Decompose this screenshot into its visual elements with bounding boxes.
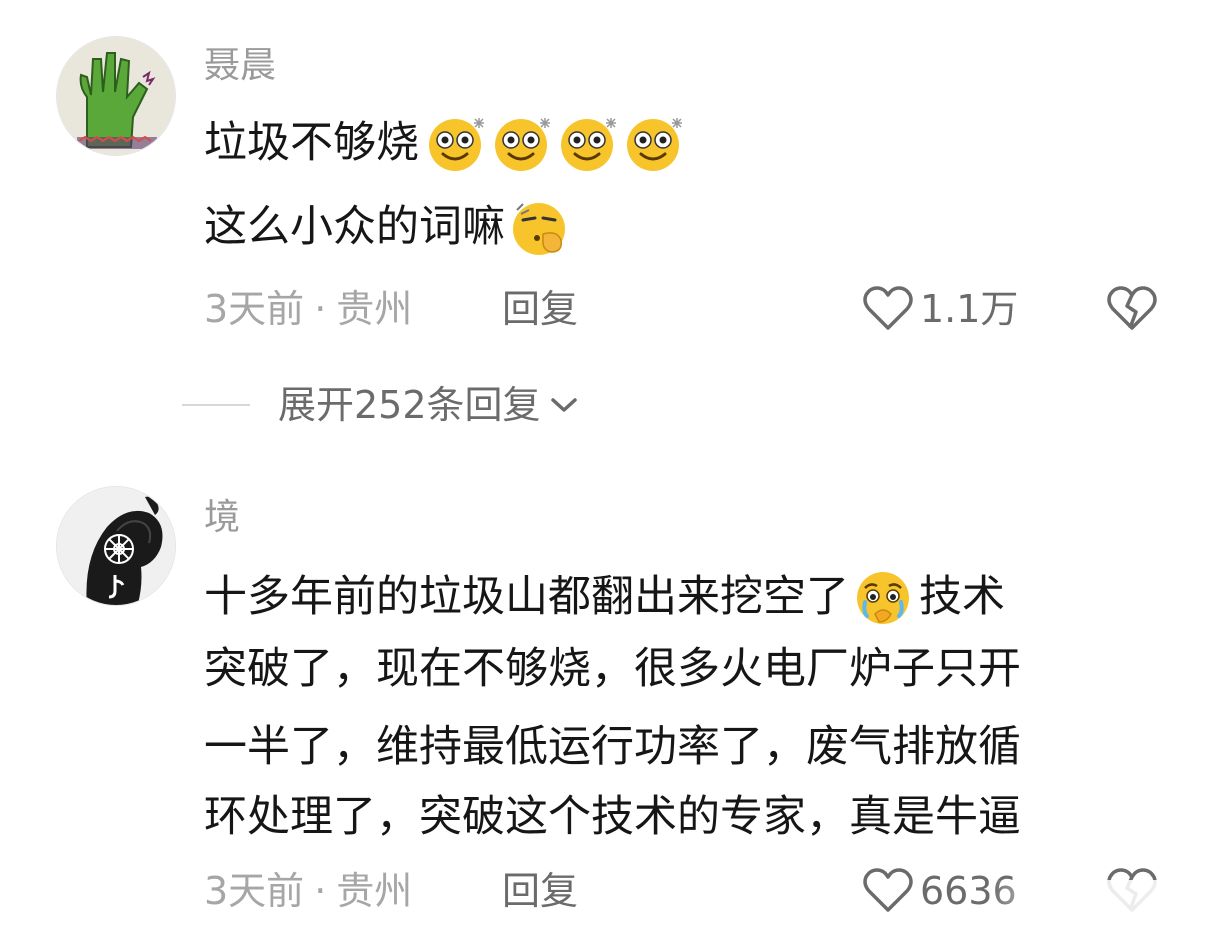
dizzy-smile-emoji-icon — [627, 118, 682, 171]
divider — [182, 404, 250, 406]
comment-text-line: 环处理了，突破这个技术的专家，真是牛逼 — [204, 792, 1021, 842]
comment-time: 3天前 — [204, 869, 305, 913]
meta-separator: · — [314, 869, 327, 913]
comment-text: 技术 — [919, 571, 1005, 622]
expand-replies-label: 展开252条回复 — [278, 383, 541, 427]
crying-face-emoji-icon — [857, 572, 909, 624]
comment-item: 聂晨 垃圾不够烧 这么小众的词嘛 3天前 · 贵州 回复 1.1万 — [0, 0, 1224, 360]
comment-text: 十多年前的垃圾山都翻出来挖空了 — [204, 571, 849, 622]
comment-time: 3天前 — [204, 287, 305, 331]
expand-replies-button[interactable]: 展开252条回复 — [278, 386, 579, 424]
avatar[interactable] — [56, 36, 176, 156]
emoji-group — [423, 112, 687, 174]
dislike-button[interactable] — [1106, 286, 1158, 336]
like-button[interactable]: 1.1万 — [862, 286, 1018, 332]
username[interactable]: 境 — [204, 500, 240, 536]
dizzy-smile-emoji-icon — [561, 118, 616, 171]
comment-text: 垃圾不够烧 — [204, 117, 419, 168]
comment-text-line: 垃圾不够烧 — [204, 112, 687, 174]
comment-item: 境 十多年前的垃圾山都翻出来挖空了 技术 突破了，现在不够烧，很多火电厂炉子只开… — [0, 470, 1224, 948]
dizzy-smile-emoji-icon — [495, 118, 550, 171]
heart-outline-icon — [863, 868, 913, 912]
dizzy-smile-emoji-icon — [429, 118, 484, 171]
reply-button[interactable]: 回复 — [502, 872, 578, 910]
comment-location: 贵州 — [336, 287, 413, 331]
comment-text-line: 这么小众的词嘛 — [204, 196, 573, 258]
comment-text-line: 突破了，现在不够烧，很多火电厂炉子只开 — [204, 644, 1021, 694]
meta-separator: · — [314, 287, 327, 331]
chevron-down-icon — [550, 398, 577, 412]
reply-button[interactable]: 回复 — [502, 290, 578, 328]
comment-meta: 3天前 · 贵州 — [204, 872, 412, 910]
comment-location: 贵州 — [336, 869, 413, 913]
broken-heart-icon — [1107, 286, 1157, 330]
shush-emoji-icon — [513, 203, 565, 255]
comment-meta: 3天前 · 贵州 — [204, 290, 412, 328]
comment-text-line: 十多年前的垃圾山都翻出来挖空了 技术 — [204, 566, 1005, 628]
username[interactable]: 聂晨 — [204, 48, 276, 84]
like-count: 1.1万 — [920, 287, 1019, 331]
green-hand-drawing-avatar-icon — [57, 37, 175, 155]
black-white-face-avatar-icon — [57, 487, 175, 605]
avatar[interactable] — [56, 486, 176, 606]
comment-text-line: 一半了，维持最低运行功率了，废气排放循 — [204, 722, 1021, 772]
heart-outline-icon — [863, 286, 913, 330]
comment-text: 这么小众的词嘛 — [204, 201, 505, 252]
expand-replies-row: 展开252条回复 — [0, 382, 1224, 432]
watermark-overlay — [990, 880, 1220, 940]
